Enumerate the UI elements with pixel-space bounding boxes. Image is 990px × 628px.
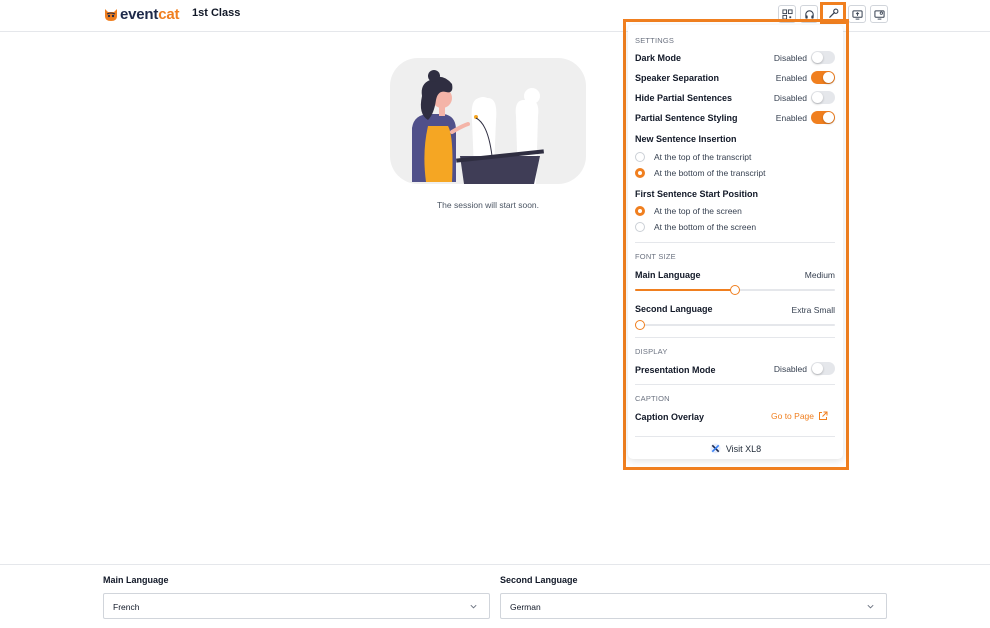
first-sentence-label: First Sentence Start Position [635,189,759,199]
first-sentence-top-radio[interactable] [635,206,645,216]
new-sentence-bottom-label[interactable]: At the bottom of the transcript [654,168,766,178]
wrench-icon [828,8,838,18]
second-language-size-value: Extra Small [791,305,835,315]
divider [635,436,835,437]
main-language-size-slider[interactable] [635,285,835,295]
eventcat-logo[interactable]: eventcat [103,5,179,23]
chevron-down-icon [470,604,477,609]
first-sentence-top-label[interactable]: At the top of the screen [654,206,742,216]
display-settings-icon [873,9,885,20]
second-language-size-label: Second Language [635,304,713,314]
share-screen-button[interactable] [848,5,866,23]
divider [635,242,835,243]
divider [635,384,835,385]
waiting-illustration [390,58,586,184]
waiting-message: The session will start soon. [436,200,540,210]
new-sentence-bottom-radio[interactable] [635,168,645,178]
presentation-mode-label: Presentation Mode [635,365,716,375]
settings-heading: SETTINGS [635,36,675,45]
xl8-logo-icon [710,443,721,454]
display-heading: DISPLAY [635,347,668,356]
slider-thumb[interactable] [635,320,645,330]
new-sentence-label: New Sentence Insertion [635,134,737,144]
second-language-size-slider[interactable] [635,320,835,330]
new-sentence-top-label[interactable]: At the top of the transcript [654,152,751,162]
main-language-size-label: Main Language [635,270,701,280]
go-to-page-link[interactable]: Go to Page [771,411,828,421]
chevron-down-icon [867,604,874,609]
font-size-heading: FONT SIZE [635,252,676,261]
display-settings-button[interactable] [870,5,888,23]
caption-heading: CAPTION [635,394,670,403]
language-bar: Main Language French Second Language Ger… [0,564,990,628]
settings-panel: SETTINGS Dark Mode Disabled Speaker Sepa… [628,25,843,459]
main-language-select[interactable]: French [103,593,490,619]
speaker-separation-value: Enabled [775,73,807,83]
dark-mode-toggle[interactable] [811,51,835,64]
logo-text-event: event [120,5,159,23]
headphones-icon [804,9,814,19]
divider [635,337,835,338]
caption-overlay-label: Caption Overlay [635,412,705,422]
presentation-mode-value: Disabled [773,364,807,374]
speaker-separation-label: Speaker Separation [635,73,720,83]
logo-text-cat: cat [158,5,180,23]
go-to-page-text[interactable]: Go to Page [771,411,814,421]
share-screen-icon [851,9,863,20]
speaker-separation-toggle[interactable] [811,71,835,84]
main-language-value: French [113,602,140,612]
presentation-mode-toggle[interactable] [811,362,835,375]
speaker-at-podium-illustration [412,70,544,184]
partial-styling-label: Partial Sentence Styling [635,113,738,123]
session-title: 1st Class [192,7,241,19]
cat-logo-icon [105,9,117,21]
hide-partial-toggle[interactable] [811,91,835,104]
qr-code-icon [781,8,793,20]
second-language-label: Second Language [500,575,578,585]
hide-partial-label: Hide Partial Sentences [635,93,733,103]
dark-mode-label: Dark Mode [635,53,682,63]
external-link-icon [819,411,828,420]
partial-styling-value: Enabled [775,113,807,123]
second-language-select[interactable]: German [500,593,887,619]
partial-styling-toggle[interactable] [811,111,835,124]
first-sentence-bottom-label[interactable]: At the bottom of the screen [654,222,756,232]
dark-mode-value: Disabled [773,53,807,63]
visit-xl8-text[interactable]: Visit XL8 [726,444,761,454]
slider-thumb[interactable] [730,285,740,295]
new-sentence-top-radio[interactable] [635,152,645,162]
main-language-size-value: Medium [804,270,835,280]
first-sentence-bottom-radio[interactable] [635,222,645,232]
second-language-value: German [510,602,541,612]
hide-partial-value: Disabled [773,93,807,103]
main-language-label: Main Language [103,575,169,585]
visit-xl8-link[interactable]: Visit XL8 [628,443,843,454]
